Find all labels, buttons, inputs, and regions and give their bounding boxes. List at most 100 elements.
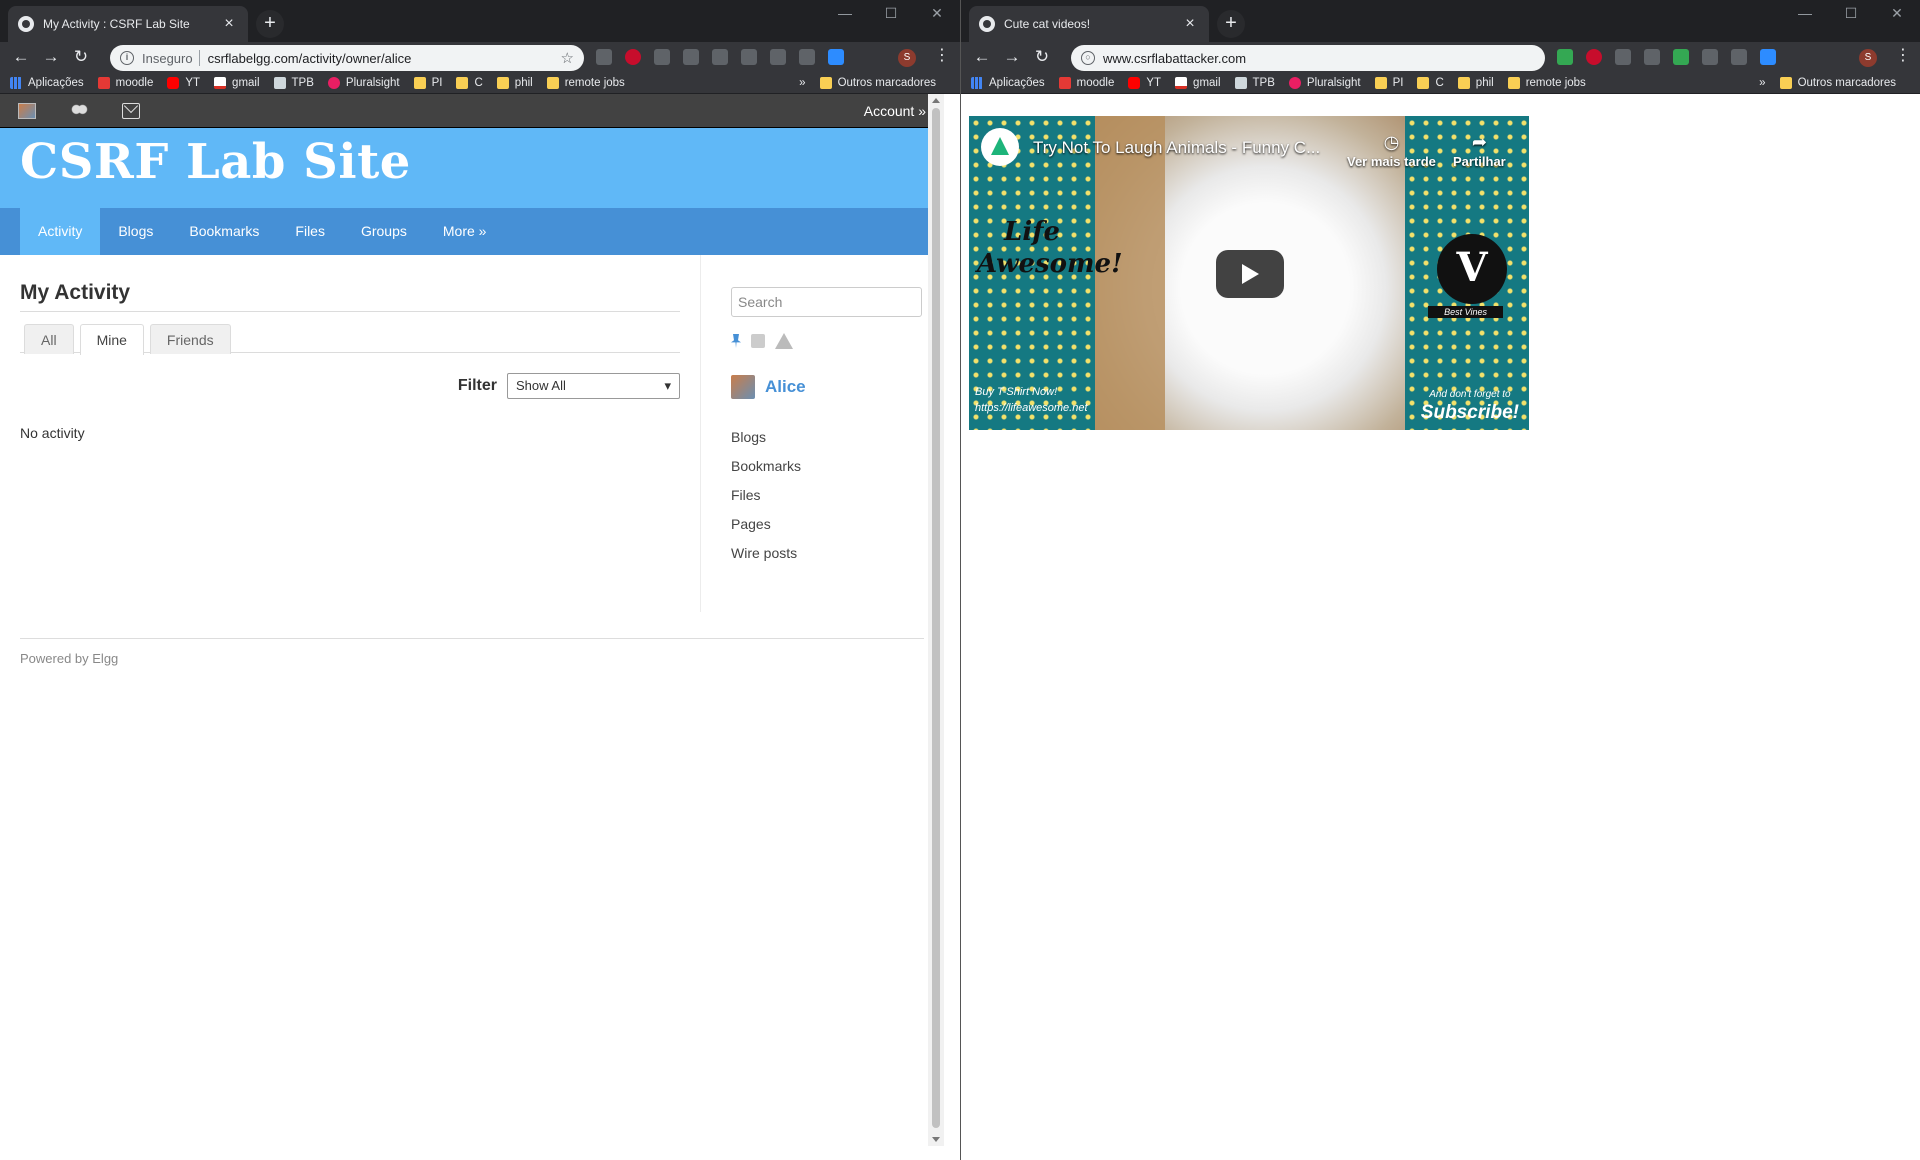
owner-name[interactable]: Alice (765, 377, 806, 397)
adblock-icon[interactable] (625, 49, 641, 65)
profile-avatar[interactable]: S (1859, 49, 1877, 67)
menu-groups[interactable]: Groups (343, 208, 425, 255)
scroll-thumb[interactable] (932, 108, 940, 1128)
bookmark-star-icon[interactable]: ☆ (561, 49, 574, 67)
scrollbar[interactable] (928, 94, 944, 1146)
bookmark-pluralsight[interactable]: Pluralsight (1288, 76, 1361, 89)
owner-menu-pages[interactable]: Pages (731, 510, 922, 539)
minimize-icon[interactable]: — (822, 0, 868, 28)
video-title[interactable]: Try Not To Laugh Animals - Funny C... (1033, 138, 1320, 158)
extension-icon[interactable] (1731, 49, 1747, 65)
bookmark-apps[interactable]: Aplicações (971, 76, 1045, 89)
bookmark-moodle[interactable]: moodle (97, 76, 153, 89)
bookmark-gmail[interactable]: gmail (1175, 76, 1221, 89)
owner-menu-blogs[interactable]: Blogs (731, 423, 922, 452)
bookmark-tpb[interactable]: TPB (273, 76, 314, 89)
bookmark-folder-pi[interactable]: PI (413, 76, 442, 89)
page-footer[interactable]: Powered by Elgg (20, 638, 924, 666)
search-input[interactable]: Search (731, 287, 922, 317)
extension-icon[interactable] (1702, 49, 1718, 65)
tab-friends[interactable]: Friends (149, 324, 231, 354)
mail-icon[interactable] (122, 102, 140, 119)
menu-kebab-icon[interactable]: ⋮ (1895, 47, 1911, 65)
account-menu[interactable]: Account » (864, 103, 926, 119)
channel-avatar[interactable] (981, 128, 1019, 166)
maximize-icon[interactable]: ☐ (1828, 0, 1874, 28)
report-icon[interactable] (775, 333, 793, 349)
watch-later-button[interactable]: ◷ Ver mais tarde (1347, 130, 1436, 169)
bookmarks-overflow[interactable]: » (1759, 77, 1765, 89)
bookmark-folder-phil[interactable]: phil (1457, 76, 1494, 89)
owner-menu-wire-posts[interactable]: Wire posts (731, 539, 922, 568)
new-tab-button[interactable]: + (256, 10, 284, 38)
bookmark-folder-phil[interactable]: phil (496, 76, 533, 89)
zoom-icon[interactable] (1760, 49, 1776, 65)
site-title[interactable]: CSRF Lab Site (20, 134, 924, 190)
address-bar[interactable]: ○ www.csrflabattacker.com (1071, 45, 1545, 71)
bookmark-folder-remote-jobs[interactable]: remote jobs (1507, 76, 1586, 89)
extension-icon[interactable] (683, 49, 699, 65)
bookmark-apps[interactable]: Aplicações (10, 76, 84, 89)
owner-menu-bookmarks[interactable]: Bookmarks (731, 452, 922, 481)
extension-icon[interactable] (1644, 49, 1660, 65)
play-button[interactable] (1216, 250, 1284, 298)
menu-more[interactable]: More » (425, 208, 505, 255)
extension-icon[interactable] (1557, 49, 1573, 65)
menu-bookmarks[interactable]: Bookmarks (171, 208, 277, 255)
friends-icon[interactable] (70, 102, 88, 119)
site-logo-icon[interactable] (18, 102, 36, 119)
bookmark-tpb[interactable]: TPB (1234, 76, 1275, 89)
rss-icon[interactable] (751, 334, 765, 348)
bookmark-pluralsight[interactable]: Pluralsight (327, 76, 400, 89)
minimize-icon[interactable]: — (1782, 0, 1828, 28)
extension-icon[interactable] (1615, 49, 1631, 65)
youtube-embed[interactable]: Life Awesome! Buy T-Shirt Now! https://l… (969, 116, 1529, 430)
forward-icon[interactable]: → (36, 47, 66, 67)
menu-files[interactable]: Files (277, 208, 343, 255)
menu-activity[interactable]: Activity (20, 208, 101, 255)
scroll-up-icon[interactable] (932, 98, 940, 103)
address-bar[interactable]: i Inseguro csrflabelgg.com/activity/owne… (110, 45, 584, 71)
extension-icon[interactable] (596, 49, 612, 65)
extension-icon[interactable] (741, 49, 757, 65)
back-icon[interactable]: ← (967, 47, 997, 67)
extension-icon[interactable] (1673, 49, 1689, 65)
maximize-icon[interactable]: ☐ (868, 0, 914, 28)
bookmark-other[interactable]: Outros marcadores (1779, 76, 1896, 89)
owner-menu-files[interactable]: Files (731, 481, 922, 510)
browser-tab[interactable]: My Activity : CSRF Lab Site × (8, 6, 248, 42)
extension-icon[interactable] (654, 49, 670, 65)
menu-kebab-icon[interactable]: ⋮ (934, 47, 950, 65)
menu-blogs[interactable]: Blogs (100, 208, 171, 255)
bookmark-folder-c[interactable]: C (456, 76, 483, 89)
tab-all[interactable]: All (24, 324, 74, 354)
share-button[interactable]: ➦ Partilhar (1453, 130, 1506, 169)
extension-icon[interactable] (712, 49, 728, 65)
bookmarks-overflow[interactable]: » (799, 77, 805, 89)
close-tab-icon[interactable]: × (1181, 15, 1199, 33)
forward-icon[interactable]: → (997, 47, 1027, 67)
owner-avatar[interactable] (731, 375, 755, 399)
info-icon[interactable]: i (120, 51, 134, 65)
bookmark-other[interactable]: Outros marcadores (819, 76, 936, 89)
url-text[interactable]: www.csrflabattacker.com (1103, 51, 1535, 66)
filter-select[interactable]: Show All ▾ (507, 373, 680, 399)
extension-icon[interactable] (799, 49, 815, 65)
scroll-down-icon[interactable] (932, 1137, 940, 1142)
profile-avatar[interactable]: S (898, 49, 916, 67)
close-tab-icon[interactable]: × (220, 15, 238, 33)
adblock-icon[interactable] (1586, 49, 1602, 65)
tab-mine[interactable]: Mine (79, 324, 144, 355)
bookmark-yt[interactable]: YT (167, 76, 200, 89)
reload-icon[interactable]: ↻ (1027, 47, 1057, 67)
close-window-icon[interactable]: ✕ (914, 0, 960, 28)
extension-icon[interactable] (770, 49, 786, 65)
bookmark-folder-c[interactable]: C (1417, 76, 1444, 89)
url-text[interactable]: csrflabelgg.com/activity/owner/alice (208, 51, 561, 66)
back-icon[interactable]: ← (6, 47, 36, 67)
bookmark-moodle[interactable]: moodle (1058, 76, 1114, 89)
bookmark-folder-pi[interactable]: PI (1374, 76, 1403, 89)
pin-icon[interactable] (731, 334, 741, 348)
browser-tab[interactable]: Cute cat videos! × (969, 6, 1209, 42)
bookmark-folder-remote-jobs[interactable]: remote jobs (546, 76, 625, 89)
